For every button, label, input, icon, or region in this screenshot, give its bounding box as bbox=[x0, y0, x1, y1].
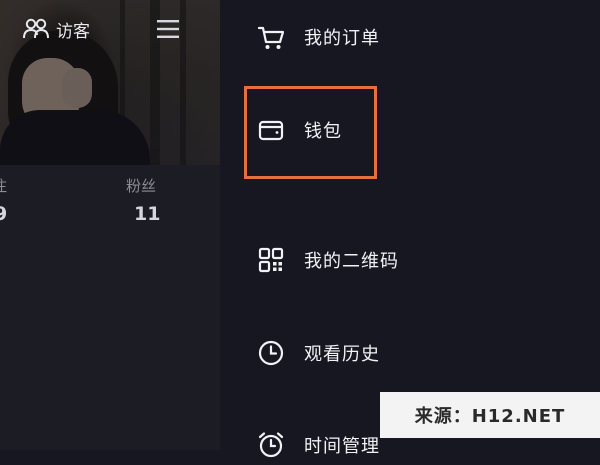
profile-panel: 访客 注 9 粉丝 11 bbox=[0, 0, 220, 450]
fans-stat-label: 粉丝 bbox=[126, 177, 157, 195]
visitor-button[interactable]: 访客 bbox=[22, 15, 90, 43]
menu-item-label: 钱包 bbox=[304, 121, 342, 142]
cart-icon bbox=[256, 22, 286, 52]
menu-item-label: 我的订单 bbox=[304, 28, 380, 49]
menu-item-wallet[interactable]: 钱包 bbox=[256, 110, 342, 150]
source-watermark: 来源：H12.NET bbox=[380, 392, 600, 438]
watermark-text: 来源：H12.NET bbox=[414, 406, 566, 427]
following-stat-label: 注 bbox=[0, 175, 7, 196]
menu-item-label: 观看历史 bbox=[304, 344, 380, 365]
wallet-icon bbox=[256, 115, 286, 145]
hamburger-menu-icon[interactable] bbox=[155, 17, 181, 41]
visitor-label: 访客 bbox=[56, 21, 90, 42]
menu-item-label: 时间管理 bbox=[304, 436, 380, 457]
profile-stats: 注 9 粉丝 11 bbox=[0, 165, 220, 450]
menu-item-label: 我的二维码 bbox=[304, 251, 399, 272]
fans-stat-value[interactable]: 11 bbox=[134, 203, 160, 225]
qr-code-icon bbox=[256, 245, 286, 275]
side-drawer-menu: 我的订单 钱包 我的二维码 观看历史 时间管理 bbox=[220, 0, 600, 458]
menu-item-qr-code[interactable]: 我的二维码 bbox=[256, 240, 399, 280]
visitors-icon bbox=[22, 17, 50, 41]
following-stat-value[interactable]: 9 bbox=[0, 203, 7, 225]
alarm-clock-icon bbox=[256, 430, 286, 460]
menu-item-watch-history[interactable]: 观看历史 bbox=[256, 333, 380, 373]
menu-item-orders[interactable]: 我的订单 bbox=[256, 17, 380, 57]
menu-item-time-management[interactable]: 时间管理 bbox=[256, 425, 380, 465]
clock-icon bbox=[256, 338, 286, 368]
